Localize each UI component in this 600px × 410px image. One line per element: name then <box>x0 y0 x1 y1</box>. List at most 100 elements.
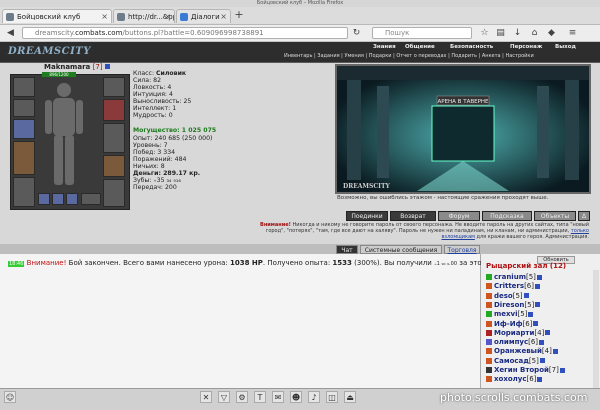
close-tab-icon[interactable]: × <box>101 10 108 23</box>
tab-chat[interactable]: Чат <box>336 245 358 254</box>
gloves-slot[interactable] <box>103 77 125 97</box>
translit-icon[interactable]: T <box>254 391 266 403</box>
helmet-slot[interactable] <box>13 77 35 97</box>
player-name[interactable]: Мориарти <box>494 329 534 337</box>
pocket-slot[interactable] <box>81 193 101 205</box>
info-icon[interactable] <box>523 293 529 299</box>
chat-area[interactable] <box>0 254 481 388</box>
player-name[interactable]: cranium <box>494 273 526 281</box>
info-icon[interactable] <box>105 64 111 69</box>
info-icon[interactable] <box>533 321 539 326</box>
menu-icon[interactable]: ≡ <box>566 27 579 39</box>
bracer-slot[interactable] <box>103 99 125 121</box>
room-scrollbar[interactable] <box>593 270 599 388</box>
player-name[interactable]: Хегин Второй <box>494 366 549 374</box>
forum-button[interactable]: Форум <box>438 211 480 221</box>
player-name[interactable]: хохолус <box>494 375 527 383</box>
objects-button[interactable]: Объекты <box>534 211 576 221</box>
player-name[interactable]: Direson <box>494 301 524 309</box>
star-icon[interactable]: ☆ <box>478 27 491 39</box>
reading-list-icon[interactable]: ▤ <box>494 27 507 39</box>
player-row[interactable]: олимпус[6] <box>486 338 545 346</box>
search-input[interactable]: Пошук <box>372 27 472 39</box>
tab-dialogs[interactable]: Діалоги × <box>176 9 231 23</box>
fights-button[interactable]: Поединки <box>346 211 388 221</box>
player-name[interactable]: mexvi <box>494 310 518 318</box>
return-button[interactable]: Возврат <box>390 211 436 221</box>
player-name[interactable]: Самосад <box>494 357 529 365</box>
tab-combats[interactable]: Бойцовский клуб × <box>2 9 112 23</box>
player-level: [6] <box>526 375 537 384</box>
tab-system-messages[interactable]: Системные сообщения <box>360 245 442 254</box>
filter-icon[interactable]: ▽ <box>218 391 230 403</box>
menu-communication[interactable]: Общение <box>405 44 435 50</box>
ring-slot-1[interactable] <box>38 193 50 205</box>
tab-trade[interactable]: Торговля <box>444 245 480 254</box>
amulet-slot[interactable] <box>13 119 35 139</box>
shield-icon[interactable]: ◆ <box>545 27 558 39</box>
message-exp: 1533 <box>332 259 352 267</box>
settings-icon[interactable]: ⚙ <box>236 391 248 403</box>
player-row[interactable]: Direson[5] <box>486 301 541 309</box>
info-icon[interactable] <box>539 358 545 364</box>
hint-button[interactable]: Подсказка <box>482 211 532 221</box>
player-row[interactable]: Хегин Второй[7] <box>486 366 565 374</box>
earring-slot[interactable] <box>13 99 35 117</box>
exit-icon[interactable]: ⏏ <box>344 391 356 403</box>
player-name[interactable]: deso <box>494 292 513 300</box>
menu-character[interactable]: Персонаж <box>510 44 542 50</box>
menu-exit[interactable]: Выход <box>555 44 576 50</box>
close-tab-icon[interactable]: × <box>164 10 171 23</box>
home-icon[interactable]: ⌂ <box>528 27 541 39</box>
ring-slot-2[interactable] <box>52 193 64 205</box>
download-icon[interactable]: ↓ <box>511 27 524 39</box>
player-name[interactable]: Critters <box>494 282 524 290</box>
arena-scene-image: АРЕНА В ТАВЕРНЕ DREAMSCITY <box>335 64 591 194</box>
info-icon[interactable] <box>528 311 534 317</box>
player-name[interactable]: Оранжевый <box>494 347 542 355</box>
menu-knowledge[interactable]: Знания <box>373 44 396 50</box>
belt-slot[interactable] <box>103 155 125 177</box>
player-row[interactable]: cranium[5] <box>486 273 542 281</box>
player-row[interactable]: хохолус[6] <box>486 375 543 384</box>
player-name[interactable]: олимпус <box>494 338 528 346</box>
ring-slot-3[interactable] <box>66 193 78 205</box>
player-row[interactable]: Иф-Иф[6] <box>486 320 539 328</box>
info-icon[interactable] <box>539 339 545 345</box>
info-icon[interactable] <box>534 283 540 289</box>
smiley-icon[interactable]: ☺ <box>4 391 16 403</box>
player-row[interactable]: Оранжевый[4] <box>486 347 558 355</box>
info-icon[interactable] <box>537 376 543 382</box>
info-icon[interactable] <box>545 330 551 336</box>
extra-button[interactable]: Δ <box>578 211 590 221</box>
back-arrow-icon[interactable]: ◀ <box>4 27 17 39</box>
character-name[interactable]: Maknamara [7] <box>44 63 111 71</box>
mail-icon[interactable]: ✉ <box>272 391 284 403</box>
clear-icon[interactable]: ✕ <box>200 391 212 403</box>
player-row[interactable]: Самосад[5] <box>486 357 545 365</box>
info-icon[interactable] <box>552 348 558 354</box>
shield-slot[interactable] <box>103 123 125 153</box>
sound-icon[interactable]: ♪ <box>308 391 320 403</box>
player-name[interactable]: Иф-Иф <box>494 320 523 328</box>
player-row[interactable]: Critters[6] <box>486 282 540 290</box>
friends-icon[interactable]: ☻ <box>290 391 302 403</box>
new-tab-button[interactable]: + <box>232 9 246 21</box>
url-field[interactable]: dreamscity.combats.com/buttons.pl?battle… <box>22 27 348 39</box>
close-tab-icon[interactable]: × <box>220 10 227 23</box>
reload-icon[interactable]: ↻ <box>350 27 363 39</box>
info-icon[interactable] <box>536 274 542 280</box>
tab-dr[interactable]: http://dr...&pp=24&f= × <box>113 9 175 23</box>
info-icon[interactable] <box>535 302 541 308</box>
info-icon[interactable] <box>559 367 565 373</box>
character-silhouette[interactable] <box>42 80 86 190</box>
weapon-slot[interactable] <box>13 141 35 175</box>
player-row[interactable]: mexvi[5] <box>486 310 534 318</box>
menu-security[interactable]: Безопасность <box>450 44 493 50</box>
armor-slot[interactable] <box>13 177 35 207</box>
submenu-links[interactable]: Инвентарь | Задания | Умения | Подарки |… <box>284 53 534 59</box>
player-row[interactable]: Мориарти[4] <box>486 329 551 337</box>
boots-slot[interactable] <box>103 179 125 207</box>
map-icon[interactable]: ◫ <box>326 391 338 403</box>
player-row[interactable]: deso[5] <box>486 292 529 300</box>
